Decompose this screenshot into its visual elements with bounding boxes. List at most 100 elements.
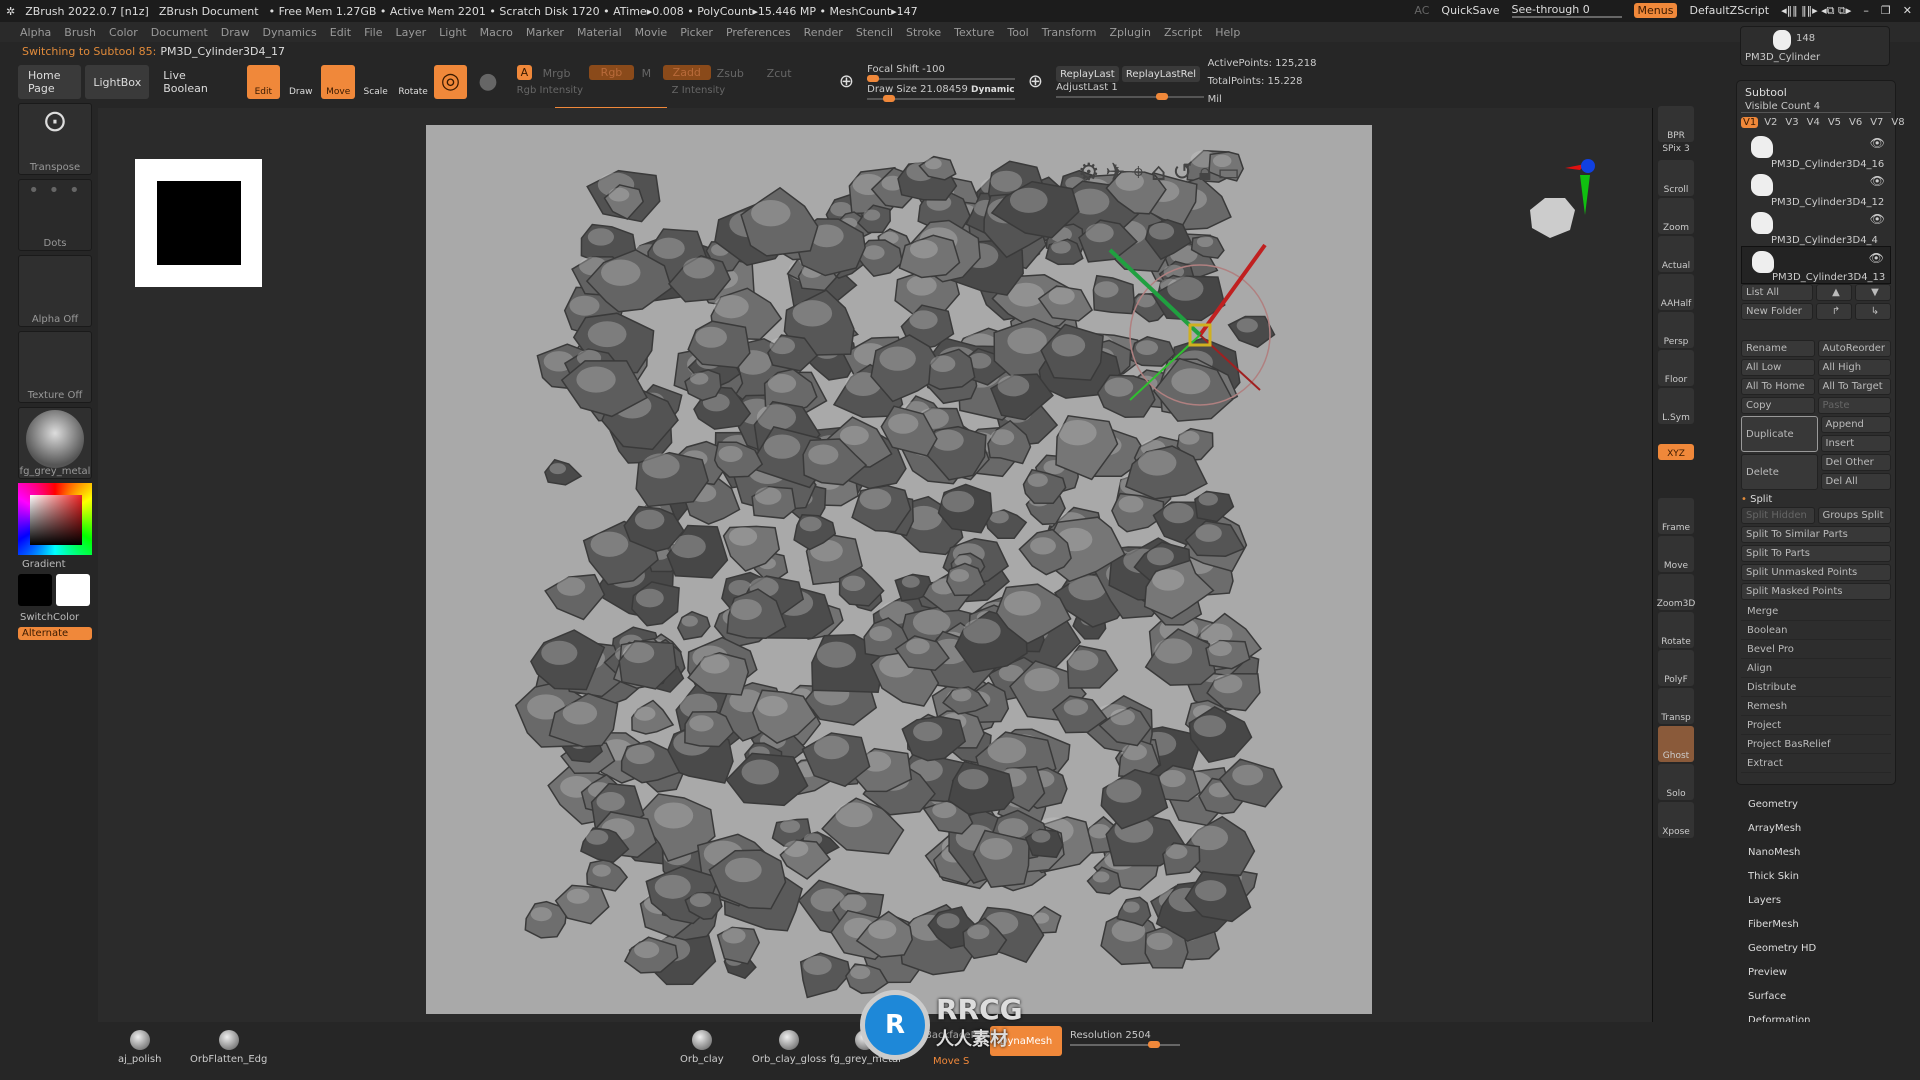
menu-layer[interactable]: Layer (395, 26, 426, 39)
menu-color[interactable]: Color (109, 26, 138, 39)
subtool-menu-align[interactable]: Align (1741, 659, 1891, 678)
version-tab-v3[interactable]: V3 (1783, 117, 1800, 128)
subtool-item[interactable]: 👁︎ PM3D_Cylinder3D4_4 (1741, 208, 1891, 246)
groups-split-button[interactable]: Groups Split (1817, 507, 1891, 524)
z-intensity-slider[interactable]: Z Intensity (672, 85, 726, 96)
a-button[interactable]: A (516, 65, 533, 80)
shelf-frame-button[interactable]: Frame (1658, 498, 1694, 534)
close-icon[interactable]: ✕ (1903, 4, 1912, 17)
ac-button[interactable]: AC (1414, 4, 1429, 17)
shelf-move-button[interactable]: Move (1658, 536, 1694, 572)
tool-section-geometry[interactable]: Geometry (1736, 792, 1896, 816)
alternate-button[interactable]: Alternate (18, 627, 92, 640)
shelf-aahalf-button[interactable]: AAHalf (1658, 274, 1694, 310)
subtool-item[interactable]: 👁︎ PM3D_Cylinder3D4_16 (1741, 132, 1891, 170)
default-zscript-button[interactable]: DefaultZScript (1689, 4, 1769, 17)
all-low-button[interactable]: All Low (1741, 359, 1815, 376)
subtool-title[interactable]: Subtool (1741, 84, 1891, 101)
version-tab-v5[interactable]: V5 (1826, 117, 1843, 128)
tool-section-fibermesh[interactable]: FiberMesh (1736, 912, 1896, 936)
rgb-intensity-slider[interactable]: Rgb Intensity (517, 85, 583, 96)
new-folder-button[interactable]: New Folder (1741, 303, 1813, 320)
scale-button[interactable]: Scale (359, 65, 392, 99)
subtool-menu-bevel-pro[interactable]: Bevel Pro (1741, 640, 1891, 659)
shelf-l-sym-button[interactable]: L.Sym (1658, 388, 1694, 424)
menu-stroke[interactable]: Stroke (906, 26, 941, 39)
dots-stroke-button[interactable]: • • • Dots (18, 179, 92, 251)
subtool-item[interactable]: 👁︎ PM3D_Cylinder3D4_12 (1741, 170, 1891, 208)
subtool-menu-extract[interactable]: Extract (1741, 754, 1891, 773)
move-into-folder-icon[interactable]: ↱ (1816, 303, 1852, 320)
menu-macro[interactable]: Macro (480, 26, 513, 39)
rename-button[interactable]: Rename (1741, 340, 1815, 357)
material-button[interactable]: fg_grey_metal (18, 407, 92, 479)
menu-brush[interactable]: Brush (64, 26, 96, 39)
tool-section-nanomesh[interactable]: NanoMesh (1736, 840, 1896, 864)
viewport-gizmo-toolbar[interactable]: ⚙✈⌖⌂↺🔒︎▭ (1078, 158, 1246, 186)
rotate-button[interactable]: Rotate (396, 65, 429, 99)
shelf-rotate-axis-button[interactable] (1658, 462, 1694, 478)
menu-transform[interactable]: Transform (1042, 26, 1097, 39)
menu-edit[interactable]: Edit (330, 26, 351, 39)
d-icon[interactable]: ⊕ (1019, 65, 1052, 99)
menu-alpha[interactable]: Alpha (20, 26, 51, 39)
split-section-header[interactable]: Split (1750, 494, 1772, 505)
alpha-button[interactable]: Alpha Off (18, 255, 92, 327)
visible-count-slider[interactable]: Visible Count 4 (1741, 101, 1891, 113)
shelf-bpr-button[interactable]: BPR (1658, 106, 1694, 142)
dynamic-toggle[interactable]: Dynamic (971, 85, 1015, 95)
s-size-icon[interactable]: ⊕ (830, 65, 863, 99)
subtool-menu-project[interactable]: Project (1741, 716, 1891, 735)
switchcolor-button[interactable]: SwitchColor (20, 612, 92, 623)
menus-button[interactable]: Menus (1633, 3, 1678, 18)
menu-render[interactable]: Render (804, 26, 843, 39)
primary-color-swatch[interactable] (18, 574, 52, 606)
subtool-menu-distribute[interactable]: Distribute (1741, 678, 1891, 697)
shelf-ghost-button[interactable]: Ghost (1658, 726, 1694, 762)
zadd-button[interactable]: Zadd (662, 65, 711, 80)
quicksave-button[interactable]: QuickSave (1441, 4, 1499, 17)
zsub-button[interactable]: Zsub (717, 67, 744, 80)
copy-button[interactable]: Copy (1741, 397, 1815, 414)
focal-shift-slider[interactable]: Focal Shift -100 (867, 64, 1015, 82)
menu-marker[interactable]: Marker (526, 26, 564, 39)
location-icon[interactable]: ⌖ (1132, 158, 1152, 186)
menu-light[interactable]: Light (439, 26, 466, 39)
version-tab-v2[interactable]: V2 (1762, 117, 1779, 128)
navigation-cube[interactable] (1510, 150, 1610, 270)
eye-icon[interactable]: 👁︎ (1870, 174, 1885, 188)
lock-icon[interactable]: 🔒︎ (1198, 158, 1217, 186)
menu-file[interactable]: File (364, 26, 382, 39)
material-sphere-icon[interactable]: ● (471, 65, 504, 99)
version-tab-v6[interactable]: V6 (1847, 117, 1864, 128)
arrow-up-icon[interactable]: ▲ (1816, 284, 1852, 301)
version-tab-v4[interactable]: V4 (1805, 117, 1822, 128)
insert-button[interactable]: Insert (1820, 435, 1891, 452)
current-tool-thumbnail[interactable]: 148 PM3D_Cylinder (1740, 26, 1890, 66)
subtool-menu-merge[interactable]: Merge (1741, 602, 1891, 621)
layout-arrows-icon[interactable]: ◂‖‖ ‖‖▸ ◂⧉ ⧉▸ (1781, 4, 1851, 18)
menu-stencil[interactable]: Stencil (856, 26, 893, 39)
draw-size-slider[interactable]: Draw Size 21.08459 Dynamic (867, 84, 1015, 102)
menu-zscript[interactable]: Zscript (1164, 26, 1202, 39)
color-square[interactable] (30, 495, 82, 545)
split-item-button[interactable]: Split Masked Points (1741, 583, 1891, 600)
resolution-slider[interactable]: Resolution 2504 (1070, 1030, 1180, 1048)
shelf-floor-button[interactable]: Floor (1658, 350, 1694, 386)
home-icon[interactable]: ⌂ (1151, 158, 1172, 186)
replaylast-button[interactable]: ReplayLast (1056, 66, 1119, 82)
reset-icon[interactable]: ↺ (1172, 158, 1198, 186)
subtool-menu-remesh[interactable]: Remesh (1741, 697, 1891, 716)
menu-draw[interactable]: Draw (221, 26, 250, 39)
shelf-transp-button[interactable]: Transp (1658, 688, 1694, 724)
menu-document[interactable]: Document (151, 26, 208, 39)
all-high-button[interactable]: All High (1817, 359, 1891, 376)
paste-button[interactable]: Paste (1817, 397, 1891, 414)
shelf-zoom3d-button[interactable]: Zoom3D (1657, 574, 1695, 610)
material-slot[interactable]: OrbFlatten_Edg (190, 1030, 267, 1065)
material-slot[interactable]: aj_polish (118, 1030, 161, 1065)
shelf-zoom-button[interactable]: Zoom (1658, 198, 1694, 234)
gradient-label[interactable]: Gradient (22, 559, 92, 570)
shelf-rotate-button[interactable]: Rotate (1658, 612, 1694, 648)
arrow-down-icon[interactable]: ▼ (1855, 284, 1891, 301)
